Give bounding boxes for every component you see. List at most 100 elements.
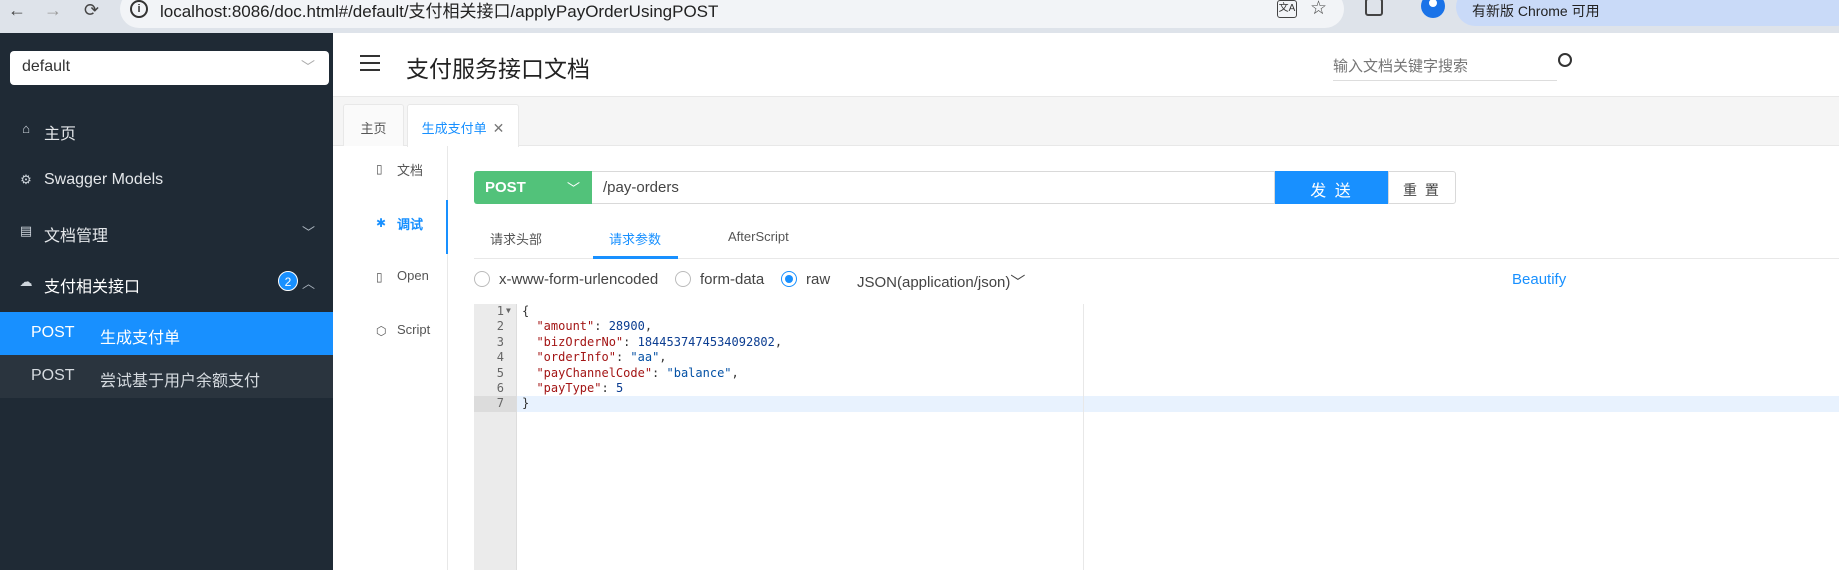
sidebar-item-doc-manage[interactable]: ▤ 文档管理 ﹀ xyxy=(0,207,333,257)
side-tab-label: Open xyxy=(397,268,429,283)
radio-label: x-www-form-urlencoded xyxy=(499,271,659,288)
site-info-icon[interactable]: i xyxy=(130,0,148,18)
radio-raw[interactable] xyxy=(781,271,797,287)
group-select-value: default xyxy=(22,58,71,75)
code-token: { xyxy=(522,304,530,318)
menu-toggle-icon[interactable] xyxy=(360,55,380,75)
sidebar-item-label: Swagger Models xyxy=(44,171,164,188)
reset-button[interactable]: 重 置 xyxy=(1388,171,1456,204)
code-line: "amount": 28900, xyxy=(536,319,653,334)
sidebar-item-home[interactable]: ⌂ 主页 xyxy=(0,105,333,155)
group-select[interactable]: default ﹀ xyxy=(10,51,329,85)
sidebar-item-label: 文档管理 xyxy=(44,228,109,245)
profile-avatar-icon[interactable] xyxy=(1421,0,1445,18)
chevron-down-icon: ﹀ xyxy=(301,225,315,240)
home-icon: ⌂ xyxy=(22,121,30,136)
body-type-options: x-www-form-urlencoded form-data raw JSON… xyxy=(474,268,1839,292)
forward-arrow-icon[interactable]: → xyxy=(44,0,62,22)
send-button[interactable]: 发 送 xyxy=(1275,171,1388,204)
script-icon: ⬡ xyxy=(376,324,387,338)
json-editor[interactable]: 1 ▼ 2 3 4 5 6 7 { "amount": 28900, "bizO… xyxy=(474,304,1839,570)
line-number: 2 xyxy=(496,319,504,334)
doc-manage-icon: ▤ xyxy=(19,223,33,238)
translate-icon[interactable]: 文A xyxy=(1277,0,1297,18)
sidebar: default ﹀ ⌂ 主页 ⚙ Swagger Models ▤ 文档管理 ﹀… xyxy=(0,33,333,570)
print-margin xyxy=(1083,304,1084,570)
api-method: POST xyxy=(31,367,75,384)
json-key: "payType" xyxy=(536,381,602,395)
browser-toolbar: ← → ⟳ i localhost:8086/doc.html#/default… xyxy=(0,0,1839,33)
api-item-balance-pay[interactable]: POST 尝试基于用户余额支付 xyxy=(0,355,333,398)
sidebar-item-pay-apis[interactable]: ☁ 支付相关接口 2 ︿ xyxy=(0,258,333,308)
models-icon: ⚙ xyxy=(20,172,32,187)
line-number: 3 xyxy=(496,334,504,349)
json-value: 28900 xyxy=(608,319,645,334)
radio-formdata[interactable] xyxy=(675,271,691,287)
side-tab-label: Script xyxy=(397,322,431,337)
side-tabs: ▯ 文档 ✱ 调试 ▯ Open ⬡ Script xyxy=(333,146,448,570)
request-path-input[interactable]: /pay-orders xyxy=(592,171,1275,204)
subtab-params[interactable]: 请求参数 xyxy=(609,229,661,248)
search-input[interactable] xyxy=(1333,53,1557,81)
current-line-highlight xyxy=(517,396,1839,412)
json-value: "aa" xyxy=(630,350,660,365)
code-token: } xyxy=(522,396,530,411)
json-key: "orderInfo" xyxy=(536,350,616,365)
file-icon: ▯ xyxy=(376,270,383,284)
json-key: "amount" xyxy=(536,319,595,334)
document-icon: ▯ xyxy=(376,162,383,176)
search-icon[interactable] xyxy=(1558,53,1572,67)
content-type-value: JSON(application/json) xyxy=(857,274,1011,291)
request-sub-tabs: 请求头部 请求参数 AfterScript xyxy=(474,216,1839,259)
page-title: 支付服务接口文档 xyxy=(406,56,590,82)
bug-icon: ✱ xyxy=(376,216,387,230)
address-bar-url[interactable]: localhost:8086/doc.html#/default/支付相关接口/… xyxy=(160,0,718,22)
bookmark-star-icon[interactable]: ☆ xyxy=(1310,0,1327,20)
line-number: 4 xyxy=(496,350,504,365)
radio-label: form-data xyxy=(700,271,765,288)
chevron-down-icon: ﹀ xyxy=(1010,274,1026,291)
line-number: 6 xyxy=(496,381,504,395)
side-tab-script[interactable]: ⬡ Script xyxy=(333,308,448,362)
json-key: "payChannelCode" xyxy=(536,365,653,380)
subtab-headers[interactable]: 请求头部 xyxy=(490,229,542,248)
content-type-select[interactable]: JSON(application/json)﹀ xyxy=(857,271,1025,292)
chevron-down-icon: ﹀ xyxy=(566,181,580,196)
sidebar-item-label: 支付相关接口 xyxy=(44,279,141,296)
tab-home[interactable]: 主页 xyxy=(343,104,404,146)
code-line: { xyxy=(522,304,529,319)
radio-urlencoded[interactable] xyxy=(474,271,490,287)
editor-gutter: 1 ▼ 2 3 4 5 6 7 xyxy=(474,304,517,570)
reload-icon[interactable]: ⟳ xyxy=(84,0,99,22)
line-number: 5 xyxy=(496,365,504,380)
code-line: "bizOrderNo": 1844537474534092802, xyxy=(536,334,783,349)
beautify-link[interactable]: Beautify xyxy=(1512,271,1566,288)
code-line: } xyxy=(522,396,529,411)
json-value: 5 xyxy=(615,381,624,395)
tab-create-pay-order[interactable]: 生成支付单 ✕ xyxy=(407,104,519,147)
json-value: "balance" xyxy=(666,365,732,380)
tab-label: 生成支付单 xyxy=(421,121,487,136)
line-number: 7 xyxy=(474,396,517,412)
code-line: "payChannelCode": "balance", xyxy=(536,365,739,380)
fold-arrow-icon[interactable]: ▼ xyxy=(506,306,511,315)
side-tab-doc[interactable]: ▯ 文档 xyxy=(333,146,448,200)
method-value: POST xyxy=(485,179,526,196)
code-area[interactable]: { "amount": 28900, "bizOrderNo": 1844537… xyxy=(517,304,1839,570)
line-number: 1 xyxy=(496,304,504,318)
method-select[interactable]: POST ﹀ xyxy=(474,171,592,204)
api-item-create-pay-order[interactable]: POST 生成支付单 xyxy=(0,312,333,355)
active-tab-indicator xyxy=(593,256,678,259)
side-tab-debug[interactable]: ✱ 调试 xyxy=(333,200,448,254)
side-tab-open[interactable]: ▯ Open xyxy=(333,254,448,308)
extensions-icon[interactable] xyxy=(1365,0,1383,16)
back-arrow-icon[interactable]: ← xyxy=(8,0,26,22)
chevron-down-icon: ﹀ xyxy=(301,59,315,75)
close-icon[interactable]: ✕ xyxy=(493,120,505,136)
sidebar-item-swagger-models[interactable]: ⚙ Swagger Models xyxy=(0,156,333,206)
api-name: 生成支付单 xyxy=(100,330,181,347)
tab-label: 主页 xyxy=(360,121,387,136)
subtab-afterscript[interactable]: AfterScript xyxy=(728,229,789,244)
json-key: "bizOrderNo" xyxy=(536,334,624,349)
chevron-up-icon: ︿ xyxy=(301,276,315,291)
